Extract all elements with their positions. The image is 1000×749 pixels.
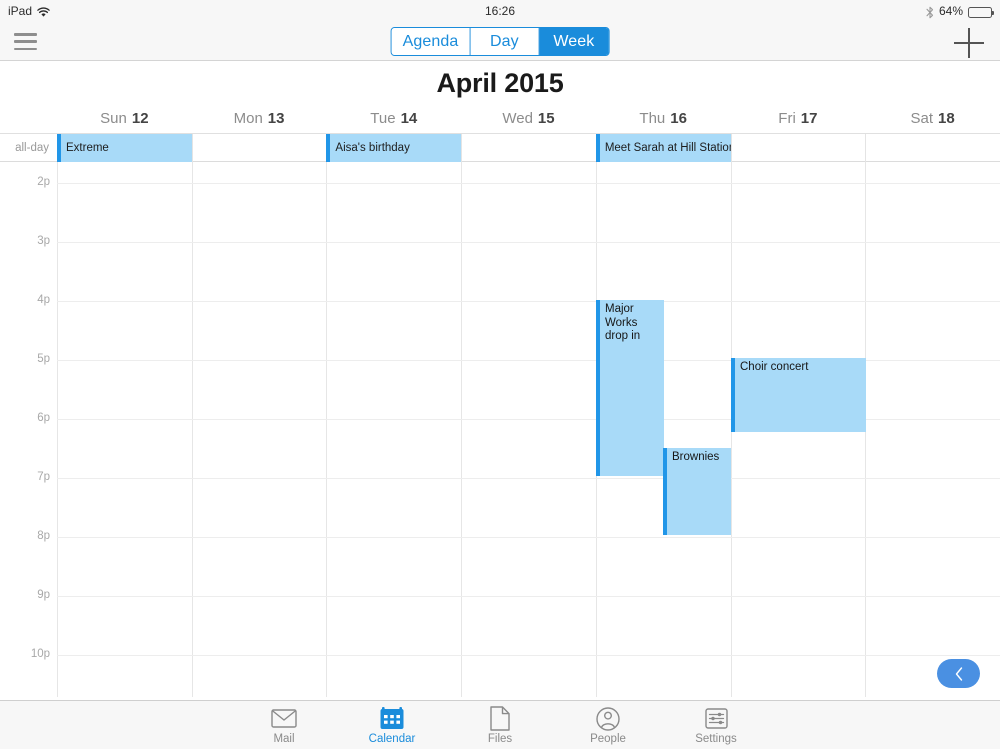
tab-settings[interactable]: Settings (662, 701, 770, 749)
time-axis-label: 9p (37, 589, 50, 601)
bluetooth-icon (926, 6, 934, 19)
tab-label: Files (487, 733, 513, 745)
calendar-event[interactable]: Choir concert (731, 358, 866, 432)
ipad-calendar-app: iPad 16:26 64% Agenda Day Week April 201… (0, 0, 1000, 749)
status-bar: iPad 16:26 64% (0, 0, 1000, 22)
time-axis-label: 8p (37, 530, 50, 542)
day-weekday-label: Fri (778, 110, 796, 127)
segment-day[interactable]: Day (470, 28, 540, 55)
day-header-row: Sun 12 Mon 13 Tue 14 Wed 15 Thu 16 Fri 17 Sat 18 (0, 104, 1000, 133)
time-axis-label: 10p (30, 648, 50, 660)
view-mode-segmented-control[interactable]: Agenda Day Week (390, 27, 610, 56)
time-axis-label: 6p (37, 412, 50, 424)
time-axis-label: 2p (37, 176, 50, 188)
all-day-event[interactable]: Aisa's birthday (326, 134, 462, 162)
hamburger-menu-icon[interactable] (14, 33, 37, 50)
day-weekday-label: Sat (910, 110, 934, 127)
day-weekday-label: Thu (639, 110, 666, 127)
day-date-number: 16 (670, 110, 687, 127)
time-axis-label: 7p (37, 471, 50, 483)
day-date-number: 15 (537, 110, 555, 127)
calendar-icon (380, 706, 404, 731)
mail-icon (271, 706, 297, 731)
day-weekday-label: Wed (502, 110, 533, 127)
all-day-event[interactable]: Meet Sarah at Hill Station (595, 134, 731, 162)
tab-calendar[interactable]: Calendar (338, 701, 446, 749)
segment-agenda[interactable]: Agenda (391, 28, 471, 55)
week-grid[interactable]: 2p 3p 4p 5p 6p 7p 8p 9p 10p Major Works drop in Ch… (0, 162, 1000, 697)
day-date-number: 12 (131, 110, 149, 127)
chevron-left-icon (952, 666, 966, 682)
day-header-wed[interactable]: Wed 15 (461, 104, 596, 133)
day-header-fri[interactable]: Fri 17 (731, 104, 866, 133)
day-weekday-label: Mon (233, 110, 263, 127)
all-day-column-separator (865, 134, 867, 162)
grid-hour-line (57, 301, 1000, 302)
plus-icon[interactable] (954, 28, 984, 58)
time-axis-label: 3p (37, 235, 50, 247)
calendar-event[interactable]: Major Works drop in (596, 300, 664, 476)
grid-hour-line (57, 537, 1000, 538)
grid-hour-line (57, 183, 1000, 184)
day-header-sun[interactable]: Sun 12 (57, 104, 192, 133)
all-day-column-separator (191, 134, 193, 162)
all-day-event[interactable]: Extreme (57, 134, 192, 162)
tab-label: Settings (695, 733, 737, 745)
status-bar-clock: 16:26 (484, 4, 516, 18)
time-axis-label: 5p (37, 353, 50, 365)
tab-label: Mail (273, 733, 295, 745)
page-title: April 2015 (0, 62, 1000, 104)
day-header-thu[interactable]: Thu 16 (596, 104, 731, 133)
settings-sliders-icon (704, 706, 728, 731)
grid-hour-line (57, 242, 1000, 243)
tab-people[interactable]: People (554, 701, 662, 749)
time-axis-label: 4p (37, 294, 50, 306)
battery-icon (968, 6, 994, 18)
battery-percent-label: 64% (938, 4, 963, 18)
day-date-number: 18 (938, 110, 955, 127)
grid-hour-line (57, 478, 1000, 479)
all-day-column-separator (461, 134, 463, 162)
previous-week-button[interactable] (937, 659, 980, 688)
tab-label: Calendar (368, 733, 416, 745)
day-date-number: 13 (267, 110, 285, 127)
grid-hour-line (57, 655, 1000, 656)
calendar-event[interactable]: Brownies (663, 448, 731, 535)
tab-bar: Mail Calendar Files People Settings (0, 700, 1000, 749)
all-day-column-separator (730, 134, 732, 162)
status-bar-right: 64% (926, 4, 994, 19)
segment-week[interactable]: Week (539, 28, 609, 55)
day-date-number: 14 (400, 110, 418, 127)
day-weekday-label: Tue (370, 110, 396, 127)
file-icon (490, 706, 510, 731)
day-date-number: 17 (800, 110, 818, 127)
tab-label: People (590, 733, 626, 745)
all-day-label: all-day (15, 142, 49, 154)
day-header-tue[interactable]: Tue 14 (326, 104, 461, 133)
all-day-row: all-day Extreme Aisa's birthday Meet Sarah… (0, 133, 1000, 162)
day-header-sat[interactable]: Sat 18 (865, 104, 1000, 133)
day-header-mon[interactable]: Mon 13 (192, 104, 327, 133)
grid-hour-line (57, 596, 1000, 597)
day-weekday-label: Sun (100, 110, 127, 127)
tab-files[interactable]: Files (446, 701, 554, 749)
nav-bar: Agenda Day Week (0, 22, 1000, 61)
tab-mail[interactable]: Mail (230, 701, 338, 749)
person-icon (596, 706, 620, 731)
